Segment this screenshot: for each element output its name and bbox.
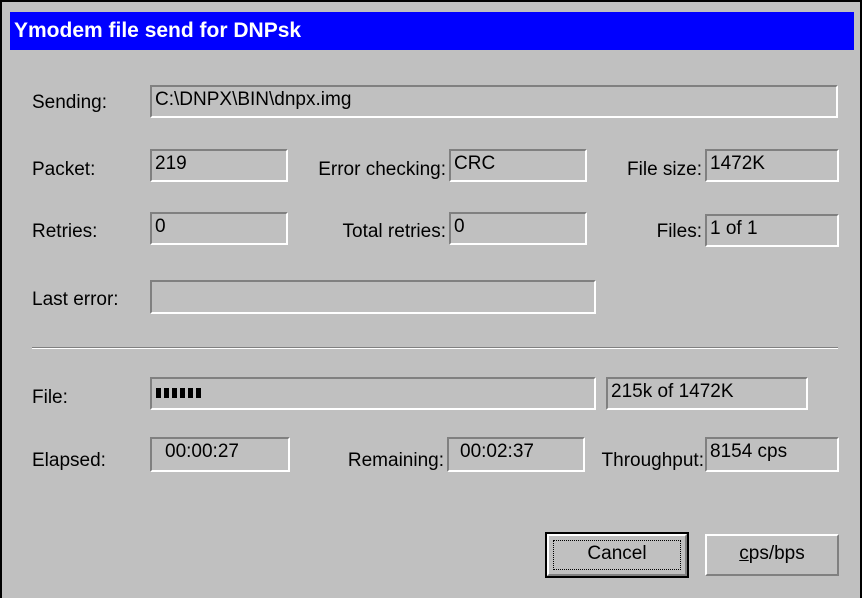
file-progress-text-field: 215k of 1472K — [606, 377, 808, 410]
error-checking-field: CRC — [449, 149, 587, 182]
retries-label: Retries: — [32, 221, 98, 242]
throughput-value: 8154 cps — [710, 441, 788, 462]
throughput-field: 8154 cps — [705, 437, 839, 472]
section-divider — [32, 347, 838, 349]
file-progress-text: 215k of 1472K — [611, 381, 734, 402]
cancel-button[interactable]: Cancel — [545, 532, 689, 578]
progress-block — [164, 388, 169, 398]
cancel-button-label: Cancel — [587, 543, 647, 564]
file-size-value: 1472K — [710, 153, 765, 174]
file-size-label: File size: — [627, 159, 702, 180]
file-progress-fill — [156, 388, 201, 398]
progress-block — [196, 388, 201, 398]
cps-bps-rest: ps/bps — [748, 543, 805, 564]
cps-bps-button-label: cps/bps — [739, 543, 804, 564]
elapsed-label: Elapsed: — [32, 450, 106, 471]
packet-value: 219 — [155, 153, 187, 174]
remaining-label: Remaining: — [347, 450, 444, 471]
progress-block — [188, 388, 193, 398]
file-size-field: 1472K — [705, 149, 839, 182]
error-checking-label: Error checking: — [318, 159, 446, 180]
remaining-value: 00:02:37 — [460, 441, 534, 462]
packet-field: 219 — [150, 149, 288, 182]
total-retries-label: Total retries: — [342, 221, 446, 242]
ymodem-dialog-window: Ymodem file send for DNPsk Sending: C:\D… — [0, 0, 862, 598]
cps-bps-button[interactable]: cps/bps — [705, 534, 839, 576]
cps-bps-accelerator: c — [739, 543, 749, 564]
file-progress-bar — [150, 377, 596, 410]
last-error-label: Last error: — [32, 289, 119, 310]
sending-field: C:\DNPX\BIN\dnpx.img — [150, 85, 838, 118]
window-title: Ymodem file send for DNPsk — [14, 19, 302, 42]
throughput-label: Throughput: — [601, 450, 704, 471]
retries-value: 0 — [155, 216, 166, 237]
sending-value: C:\DNPX\BIN\dnpx.img — [155, 89, 352, 110]
progress-block — [180, 388, 185, 398]
total-retries-value: 0 — [454, 216, 465, 237]
last-error-field — [150, 280, 596, 314]
sending-label: Sending: — [32, 92, 108, 113]
files-field: 1 of 1 — [705, 214, 839, 247]
progress-block — [156, 388, 161, 398]
remaining-field: 00:02:37 — [447, 437, 585, 472]
files-label: Files: — [656, 221, 702, 242]
packet-label: Packet: — [32, 159, 96, 180]
elapsed-value: 00:00:27 — [165, 441, 239, 462]
file-progress-label: File: — [32, 387, 68, 408]
files-value: 1 of 1 — [710, 218, 758, 239]
retries-field: 0 — [150, 212, 288, 245]
error-checking-value: CRC — [454, 153, 496, 174]
total-retries-field: 0 — [449, 212, 587, 245]
elapsed-field: 00:00:27 — [150, 437, 290, 472]
progress-block — [172, 388, 177, 398]
title-bar[interactable]: Ymodem file send for DNPsk — [10, 12, 854, 50]
